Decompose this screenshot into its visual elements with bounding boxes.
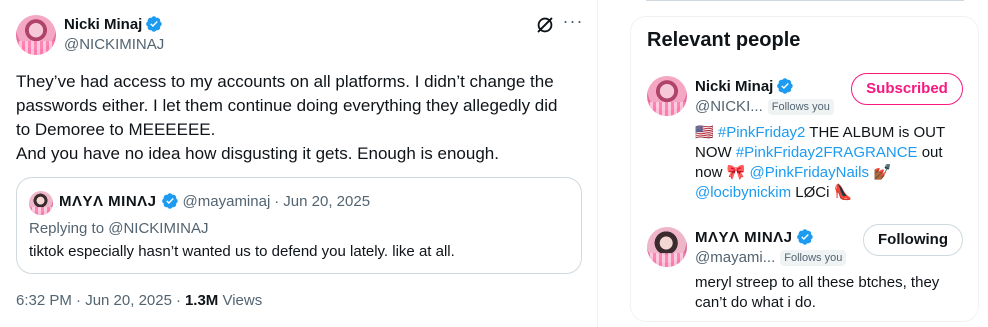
verified-badge-icon xyxy=(796,229,813,245)
person-handle[interactable]: @NICKI... xyxy=(695,98,763,115)
follows-you-badge: Follows you xyxy=(767,98,834,115)
dot-separator: · xyxy=(175,292,181,309)
person-name[interactable]: Nicki Minaj xyxy=(695,78,773,95)
bow-emoji: 🎀 xyxy=(726,164,746,181)
person-name-row: Nicki Minaj xyxy=(695,77,794,95)
person-handle-row: @NICKI... Follows you xyxy=(695,98,834,115)
tweet-metadata: 6:32 PM · Jun 20, 2025 · 1.3M Views xyxy=(16,292,262,309)
person-avatar[interactable] xyxy=(647,227,687,267)
tweet-text-line: And you have no idea how disgusting it g… xyxy=(16,144,499,163)
author-handle[interactable]: @NICKIMINAJ xyxy=(64,36,164,53)
following-button[interactable]: Following xyxy=(863,224,963,256)
tweet-column: Nicki Minaj @NICKIMINAJ ··· They’ve had … xyxy=(0,0,598,327)
quoted-text: tiktok especially hasn’t wanted us to de… xyxy=(29,243,455,260)
heel-emoji: 👠 xyxy=(833,184,853,201)
quoted-author-avatar[interactable] xyxy=(29,191,53,215)
views-count: 1.3M xyxy=(184,292,219,309)
top-divider xyxy=(646,0,964,1)
quoted-author-name[interactable]: MΛYΛ MINΛJ xyxy=(59,193,157,210)
subscribed-button[interactable]: Subscribed xyxy=(851,73,963,105)
quoted-header: MΛYΛ MINΛJ @mayaminaj · Jun 20, 2025 xyxy=(59,192,370,210)
author-name-row[interactable]: Nicki Minaj xyxy=(64,15,163,33)
tweet-text-line: to Demoree to MEEEEEE. xyxy=(16,120,216,139)
person-bio: 🇺🇸 #PinkFriday2 THE ALBUM is OUT NOW #Pi… xyxy=(695,123,963,203)
person-name[interactable]: MΛYΛ MINΛJ xyxy=(695,229,793,246)
bio-text: LØCi xyxy=(791,184,834,201)
panel-title: Relevant people xyxy=(647,29,801,51)
follows-you-badge: Follows you xyxy=(780,249,847,266)
hashtag-link[interactable]: #PinkFriday2 xyxy=(718,124,806,141)
verified-badge-icon xyxy=(777,78,794,94)
person-handle[interactable]: @mayami... xyxy=(695,249,775,266)
person-handle-row: @mayami... Follows you xyxy=(695,249,847,266)
tweet-text-line: They’ve had access to my accounts on all… xyxy=(16,72,554,91)
mention-link[interactable]: @locibynickim xyxy=(695,184,791,201)
hashtag-link[interactable]: #PinkFriday2FRAGRANCE xyxy=(736,144,918,161)
replying-to: Replying to @NICKIMINAJ xyxy=(29,220,209,237)
views-count-row: 1.3M Views xyxy=(185,292,262,309)
quoted-author-handle[interactable]: @mayaminaj xyxy=(183,193,271,210)
relevant-people-panel: Relevant people Nicki Minaj @NICKI... Fo… xyxy=(630,16,979,322)
person-name-row: MΛYΛ MINΛJ xyxy=(695,228,814,246)
person-avatar[interactable] xyxy=(647,76,687,116)
tweet-text-line: passwords either. I let them continue do… xyxy=(16,96,558,115)
tweet-timestamp[interactable]: 6:32 PM · Jun 20, 2025 xyxy=(16,292,172,309)
quoted-tweet[interactable]: MΛYΛ MINΛJ @mayaminaj · Jun 20, 2025 Rep… xyxy=(16,177,582,274)
grok-icon[interactable] xyxy=(534,14,556,36)
mention-link[interactable]: @PinkFridayNails xyxy=(750,164,869,181)
views-label: Views xyxy=(222,292,263,309)
more-options-icon[interactable]: ··· xyxy=(562,12,584,34)
dot-separator: · xyxy=(274,192,280,210)
nails-emoji: 💅🏾 xyxy=(873,164,892,181)
tweet-text: They’ve had access to my accounts on all… xyxy=(16,70,586,166)
author-avatar[interactable] xyxy=(16,15,56,55)
verified-badge-icon xyxy=(161,193,178,209)
verified-badge-icon xyxy=(146,16,163,32)
person-bio: meryl streep to all these btches, they c… xyxy=(695,274,940,311)
quoted-date[interactable]: Jun 20, 2025 xyxy=(283,193,370,210)
author-name[interactable]: Nicki Minaj xyxy=(64,16,142,33)
flag-emoji: 🇺🇸 xyxy=(695,124,714,141)
